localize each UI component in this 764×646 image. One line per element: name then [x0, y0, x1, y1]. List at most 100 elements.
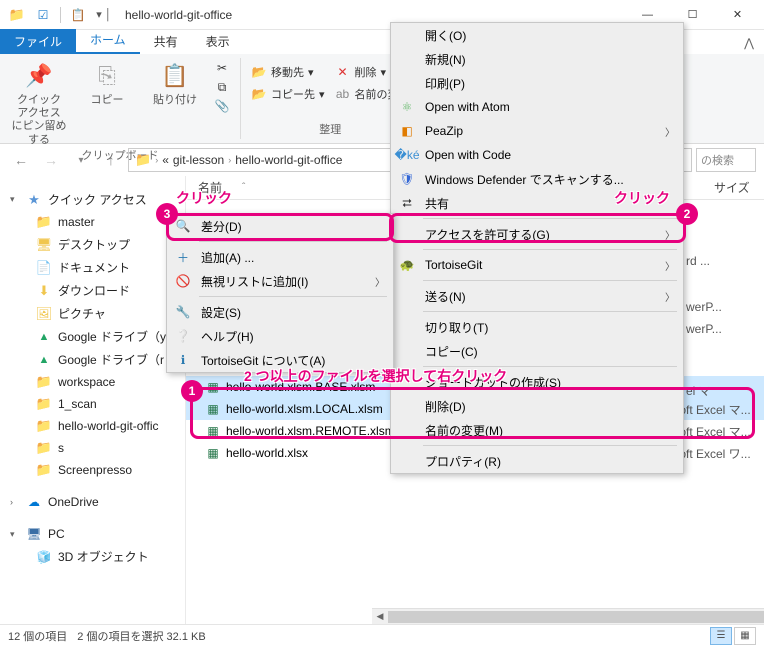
- scroll-thumb[interactable]: [388, 611, 764, 623]
- annotation-label-instruction: 2 つ以上のファイルを選択して右クリック: [244, 366, 507, 386]
- sidebar-item[interactable]: 📁1_scan: [0, 393, 185, 415]
- close-button[interactable]: ✕: [715, 0, 760, 30]
- ctx-code[interactable]: �kéOpen with Code: [391, 143, 683, 167]
- folder-icon: 📁: [36, 418, 52, 434]
- gdrive-icon: ▲: [36, 352, 52, 368]
- sidebar-item[interactable]: 🖼ピクチャ: [0, 302, 185, 325]
- folder-icon: 📁: [135, 152, 151, 168]
- nav-pc[interactable]: ▾🖥PC: [0, 523, 185, 545]
- ctx-rename[interactable]: 名前の変更(M): [391, 418, 683, 442]
- up-button[interactable]: ↑: [98, 147, 124, 173]
- ctx-access[interactable]: アクセスを許可する(G)〉: [391, 222, 683, 246]
- ctx-peazip[interactable]: ◧PeaZip〉: [391, 119, 683, 143]
- back-button[interactable]: ←: [8, 147, 34, 173]
- sidebar-item[interactable]: 🖥デスクトップ: [0, 233, 185, 256]
- ctx-sub-add[interactable]: ＋追加(A) ...: [167, 245, 393, 269]
- ctx-sub-diff[interactable]: 🔍差分(D): [167, 214, 393, 238]
- ctx-copy[interactable]: コピー(C): [391, 339, 683, 363]
- paste-shortcut-button[interactable]: 📎: [214, 98, 230, 114]
- ctx-print[interactable]: 印刷(P): [391, 71, 683, 95]
- sidebar-item[interactable]: ▲Google ドライブ（y: [0, 325, 185, 348]
- ctx-open[interactable]: 開く(O): [391, 23, 683, 47]
- qat-save-icon[interactable]: ☑: [34, 6, 52, 24]
- navigation-pane[interactable]: ▾★クイック アクセス 📁master 🖥デスクトップ 📄ドキュメント ⬇ダウン…: [0, 176, 186, 624]
- recent-dropdown[interactable]: ▾: [68, 147, 94, 173]
- sidebar-item[interactable]: ▲Google ドライブ（r: [0, 348, 185, 371]
- copy-button[interactable]: ⎘ コピー: [78, 60, 136, 107]
- forward-button[interactable]: →: [38, 147, 64, 173]
- crumb-current[interactable]: hello-world-git-office: [235, 153, 342, 167]
- sidebar-item[interactable]: 📁hello-world-git-offic: [0, 415, 185, 437]
- copy-to-button[interactable]: 📂コピー先 ▾: [251, 86, 325, 102]
- nav-onedrive[interactable]: ›☁OneDrive: [0, 491, 185, 513]
- ribbon-expand-icon[interactable]: ⋀: [734, 32, 764, 54]
- paste-button[interactable]: 📋 貼り付け: [146, 60, 204, 107]
- nav-3d-objects[interactable]: 🧊3D オブジェクト: [0, 545, 185, 568]
- download-icon: ⬇: [36, 283, 52, 299]
- pc-icon: 🖥: [26, 526, 42, 542]
- docs-icon: 📄: [36, 260, 52, 276]
- tab-home[interactable]: ホーム: [76, 27, 140, 54]
- excel-icon: ▦: [204, 445, 222, 461]
- annotation-label-click-1: クリック: [176, 188, 232, 208]
- onedrive-icon: ☁: [26, 494, 42, 510]
- qat-properties-icon[interactable]: 📋: [69, 6, 87, 24]
- paste-icon: 📋: [159, 60, 191, 92]
- peazip-icon: ◧: [397, 121, 417, 141]
- sidebar-item[interactable]: 📄ドキュメント: [0, 256, 185, 279]
- scroll-left-icon[interactable]: ◀: [372, 609, 388, 625]
- scrollbar-horizontal[interactable]: ◀ ▶: [372, 608, 764, 624]
- copy-path-button[interactable]: ⧉: [214, 79, 230, 95]
- sidebar-item[interactable]: 📁Screenpresso: [0, 459, 185, 481]
- ctx-tortoisegit[interactable]: 🐢TortoiseGit〉: [391, 253, 683, 277]
- ctx-sub-help[interactable]: ❔ヘルプ(H): [167, 324, 393, 348]
- vscode-icon: �ké: [397, 145, 417, 165]
- tab-share[interactable]: 共有: [140, 29, 192, 54]
- ctx-send[interactable]: 送る(N)〉: [391, 284, 683, 308]
- sidebar-item[interactable]: ⬇ダウンロード: [0, 279, 185, 302]
- window-title: hello-world-git-office: [125, 8, 232, 22]
- ctx-delete[interactable]: 削除(D): [391, 394, 683, 418]
- ctx-atom[interactable]: ⚛Open with Atom: [391, 95, 683, 119]
- group-label-organize: 整理: [319, 121, 341, 139]
- status-bar: 12 個の項目 2 個の項目を選択 32.1 KB ☰ ▦: [0, 624, 764, 646]
- move-icon: 📂: [251, 64, 267, 80]
- peek-type: rd ...: [686, 250, 722, 272]
- ctx-new[interactable]: 新規(N): [391, 47, 683, 71]
- context-menu-tortoisegit: 🔍差分(D) ＋追加(A) ... 🚫無視リストに追加(I)〉 🔧設定(S) ❔…: [166, 213, 394, 373]
- copy-icon: ⎘: [91, 60, 123, 92]
- view-icons-button[interactable]: ▦: [734, 627, 756, 645]
- folder-icon: 📁: [36, 396, 52, 412]
- context-menu-main: 開く(O) 新規(N) 印刷(P) ⚛Open with Atom ◧PeaZi…: [390, 22, 684, 474]
- peek-type: el マ: [686, 380, 722, 402]
- tab-file[interactable]: ファイル: [0, 29, 76, 54]
- status-selected: 2 個の項目を選択 32.1 KB: [77, 628, 205, 644]
- crumb-prev[interactable]: «: [162, 153, 169, 167]
- excel-icon: ▦: [204, 379, 222, 395]
- tab-view[interactable]: 表示: [192, 29, 244, 54]
- view-details-button[interactable]: ☰: [710, 627, 732, 645]
- delete-icon: ✕: [335, 64, 351, 80]
- col-size[interactable]: サイズ: [714, 179, 764, 196]
- pin-quick-access-button[interactable]: 📌 クイック アクセス にピン留めする: [10, 60, 68, 147]
- move-to-button[interactable]: 📂移動先 ▾: [251, 64, 325, 80]
- wrench-icon: 🔧: [173, 302, 193, 322]
- cut-small-button[interactable]: ✂: [214, 60, 230, 76]
- folder-icon: 📁: [36, 440, 52, 456]
- ignore-icon: 🚫: [173, 271, 193, 291]
- excel-icon: ▦: [204, 401, 222, 417]
- info-icon: ℹ: [173, 350, 193, 370]
- ctx-cut[interactable]: 切り取り(T): [391, 315, 683, 339]
- search-input[interactable]: の検索: [696, 148, 756, 172]
- crumb-git-lesson[interactable]: git-lesson: [173, 153, 224, 167]
- sidebar-item[interactable]: 📁s: [0, 437, 185, 459]
- sidebar-item[interactable]: 📁workspace: [0, 371, 185, 393]
- folder-icon: 📁: [36, 462, 52, 478]
- ctx-sub-settings[interactable]: 🔧設定(S): [167, 300, 393, 324]
- ctx-properties[interactable]: プロパティ(R): [391, 449, 683, 473]
- atom-icon: ⚛: [397, 97, 417, 117]
- qat-dropdown-icon[interactable]: ▾ │: [95, 6, 113, 24]
- folder-icon: 📁: [8, 6, 26, 24]
- ribbon-group-clipboard: 📌 クイック アクセス にピン留めする ⎘ コピー 📋 貼り付け ✂ ⧉ 📎 ク…: [0, 58, 241, 139]
- ctx-sub-ignore[interactable]: 🚫無視リストに追加(I)〉: [167, 269, 393, 293]
